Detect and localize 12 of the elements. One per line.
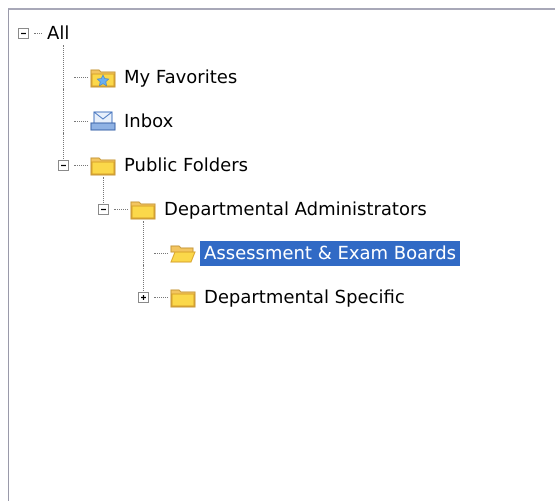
inbox-icon [90, 110, 116, 132]
tree-item[interactable]: Assessment & Exam Boards [200, 240, 460, 266]
collapse-toggle[interactable] [58, 160, 68, 170]
tree-item[interactable]: All [43, 20, 74, 46]
expand-toggle[interactable] [138, 292, 148, 302]
collapse-toggle[interactable] [98, 204, 108, 214]
collapse-toggle[interactable] [18, 28, 28, 38]
tree-item[interactable]: Inbox [120, 108, 178, 134]
tree-item[interactable]: Departmental Specific [200, 284, 409, 310]
tree-item[interactable]: Public Folders [120, 152, 252, 178]
tree-item[interactable]: My Favorites [120, 64, 242, 90]
tree-item[interactable]: Departmental Administrators [160, 196, 431, 222]
